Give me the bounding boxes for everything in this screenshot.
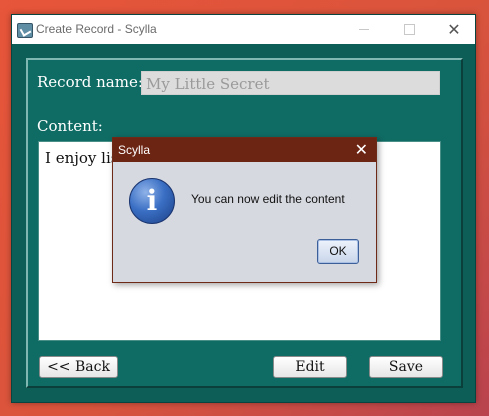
minimize-icon — [359, 28, 369, 30]
close-button[interactable]: ✕ — [432, 15, 476, 44]
record-name-label: Record name: — [37, 73, 143, 91]
window-titlebar[interactable]: Create Record - Scylla ✕ — [12, 15, 475, 44]
minimize-button[interactable] — [342, 15, 386, 44]
dialog-close-icon[interactable]: ✕ — [355, 140, 368, 160]
maximize-icon — [403, 23, 415, 35]
info-glyph: i — [146, 184, 158, 217]
maximize-button[interactable] — [387, 15, 431, 44]
ok-button[interactable]: OK — [317, 239, 359, 264]
dialog-message: You can now edit the content — [191, 192, 345, 206]
edit-button[interactable]: Edit — [273, 356, 347, 378]
content-label: Content: — [37, 117, 103, 135]
app-icon — [17, 23, 33, 38]
window-title: Create Record - Scylla — [36, 22, 157, 36]
save-button[interactable]: Save — [369, 356, 443, 378]
record-name-field[interactable]: My Little Secret — [141, 71, 440, 95]
info-icon: i — [129, 178, 175, 224]
content-text: I enjoy lis — [45, 149, 119, 167]
dialog-titlebar[interactable]: Scylla ✕ — [113, 138, 376, 162]
info-dialog: Scylla ✕ i You can now edit the content … — [112, 137, 377, 283]
dialog-title: Scylla — [118, 143, 151, 157]
back-button[interactable]: << Back — [39, 356, 118, 378]
